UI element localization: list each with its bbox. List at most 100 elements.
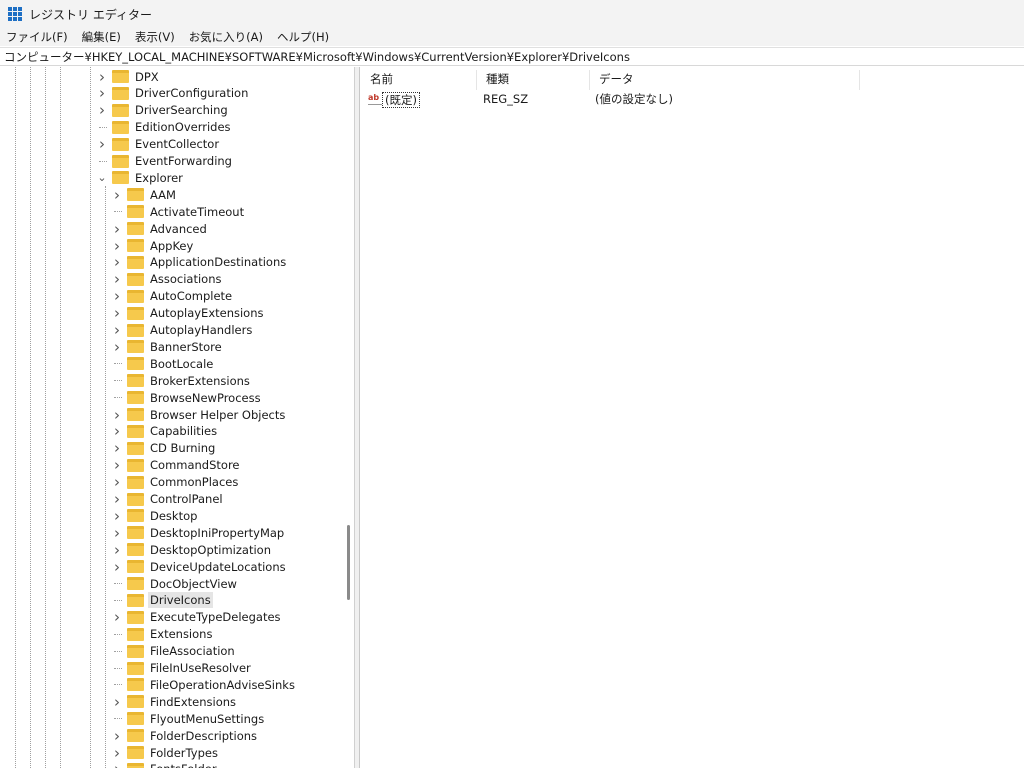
tree-item[interactable]: › Browser Helper Objects: [112, 406, 287, 424]
tree-item[interactable]: › CommonPlaces: [112, 473, 240, 491]
tree-scrollbar[interactable]: [342, 67, 354, 768]
tree-item-label: FindExtensions: [150, 694, 237, 709]
tree-item[interactable]: › DPX: [97, 68, 161, 86]
tree-item[interactable]: › Capabilities: [112, 422, 219, 440]
chevron-right-icon[interactable]: ›: [112, 253, 122, 271]
tree-item-label: BrokerExtensions: [150, 373, 250, 388]
tree-item[interactable]: FileAssociation: [112, 643, 237, 660]
tree-item-label: AAM: [150, 187, 176, 202]
column-header-data[interactable]: データ: [590, 70, 860, 90]
chevron-right-icon[interactable]: ›: [112, 727, 122, 745]
tree-item-label: AutoplayExtensions: [150, 306, 264, 321]
menu-file[interactable]: ファイル(F): [6, 29, 68, 45]
tree-item[interactable]: › DeviceUpdateLocations: [112, 558, 288, 576]
chevron-right-icon[interactable]: ›: [112, 558, 122, 576]
chevron-right-icon[interactable]: ›: [97, 68, 107, 86]
chevron-right-icon[interactable]: ›: [112, 490, 122, 508]
tree-item[interactable]: FlyoutMenuSettings: [112, 710, 266, 727]
tree-item[interactable]: › AutoplayHandlers: [112, 321, 254, 339]
tree-item[interactable]: EventForwarding: [97, 153, 234, 170]
tree-scrollbar-thumb[interactable]: [347, 525, 350, 600]
tree-item[interactable]: › FolderTypes: [112, 744, 220, 762]
chevron-right-icon[interactable]: ›: [112, 422, 122, 440]
chevron-right-icon[interactable]: ›: [112, 744, 122, 762]
tree-item[interactable]: FileOperationAdviseSinks: [112, 676, 297, 693]
folder-icon: [127, 762, 144, 768]
tree-item[interactable]: › AAM: [112, 186, 178, 204]
menu-help[interactable]: ヘルプ(H): [277, 29, 329, 45]
tree-item[interactable]: › DesktopIniPropertyMap: [112, 524, 286, 542]
tree-item[interactable]: › DriverConfiguration: [97, 84, 250, 102]
tree-item[interactable]: › EventCollector: [97, 135, 221, 153]
chevron-right-icon[interactable]: ›: [112, 220, 122, 238]
chevron-right-icon[interactable]: ›: [112, 760, 122, 768]
chevron-right-icon[interactable]: ›: [112, 406, 122, 424]
chevron-right-icon[interactable]: ›: [112, 237, 122, 255]
chevron-right-icon[interactable]: ›: [112, 338, 122, 356]
tree-item[interactable]: › AutoplayExtensions: [112, 304, 266, 322]
tree-item[interactable]: BrowseNewProcess: [112, 389, 263, 406]
tree-item[interactable]: DocObjectView: [112, 575, 239, 592]
tree-item[interactable]: › ApplicationDestinations: [112, 253, 288, 271]
folder-icon: [127, 255, 144, 269]
column-header-name[interactable]: 名前: [361, 70, 477, 90]
folder-icon: [127, 441, 144, 455]
chevron-right-icon[interactable]: ›: [112, 693, 122, 711]
tree-item[interactable]: › DriverSearching: [97, 101, 230, 119]
chevron-right-icon[interactable]: ›: [112, 524, 122, 542]
chevron-down-icon[interactable]: ⌄: [97, 171, 107, 184]
value-name[interactable]: (既定): [382, 92, 420, 108]
tree-connector: [114, 599, 122, 601]
chevron-right-icon[interactable]: ›: [112, 473, 122, 491]
tree-item[interactable]: BootLocale: [112, 355, 215, 372]
tree-item[interactable]: › AppKey: [112, 237, 195, 255]
tree-item[interactable]: FileInUseResolver: [112, 660, 253, 677]
tree-item[interactable]: › FindExtensions: [112, 693, 238, 711]
tree-item[interactable]: › BannerStore: [112, 338, 224, 356]
tree-item[interactable]: › CommandStore: [112, 456, 242, 474]
chevron-right-icon[interactable]: ›: [112, 186, 122, 204]
tree-item[interactable]: › Desktop: [112, 507, 199, 525]
chevron-right-icon[interactable]: ›: [112, 287, 122, 305]
tree-item[interactable]: ActivateTimeout: [112, 203, 246, 220]
tree-item[interactable]: › FolderDescriptions: [112, 727, 259, 745]
tree-item[interactable]: › FontsFolder: [112, 760, 219, 768]
tree-item[interactable]: Extensions: [112, 626, 214, 643]
folder-icon: [112, 70, 129, 83]
chevron-right-icon[interactable]: ›: [112, 439, 122, 457]
tree-item[interactable]: ⌄ Explorer: [97, 169, 185, 186]
chevron-right-icon[interactable]: ›: [112, 321, 122, 339]
tree-item[interactable]: › DesktopOptimization: [112, 541, 273, 559]
chevron-right-icon[interactable]: ›: [97, 101, 107, 119]
pane-splitter[interactable]: [355, 67, 360, 768]
values-list[interactable]: 名前 種類 データ ab (既定) REG_SZ (値の設定なし): [361, 67, 1024, 768]
chevron-right-icon[interactable]: ›: [112, 608, 122, 626]
chevron-right-icon[interactable]: ›: [112, 304, 122, 322]
tree-item-label: Advanced: [150, 221, 207, 236]
chevron-right-icon[interactable]: ›: [97, 84, 107, 102]
tree-item[interactable]: › AutoComplete: [112, 287, 234, 305]
registry-tree[interactable]: › DPX › DriverConfiguration › DriverSearching…: [0, 67, 355, 768]
chevron-right-icon[interactable]: ›: [112, 270, 122, 288]
tree-item[interactable]: EditionOverrides: [97, 119, 233, 136]
menu-favorites[interactable]: お気に入り(A): [189, 29, 263, 45]
menu-view[interactable]: 表示(V): [135, 29, 175, 45]
tree-item[interactable]: › ControlPanel: [112, 490, 225, 508]
chevron-right-icon[interactable]: ›: [112, 456, 122, 474]
tree-item[interactable]: › ExecuteTypeDelegates: [112, 608, 283, 626]
tree-item[interactable]: BrokerExtensions: [112, 372, 252, 389]
column-header-type[interactable]: 種類: [477, 70, 590, 90]
tree-item[interactable]: DriveIcons: [112, 592, 213, 609]
tree-item[interactable]: › Associations: [112, 270, 223, 288]
chevron-right-icon[interactable]: ›: [97, 135, 107, 153]
folder-icon: [127, 323, 144, 337]
value-data: (値の設定なし): [595, 92, 673, 106]
folder-icon: [127, 746, 144, 759]
chevron-right-icon[interactable]: ›: [112, 541, 122, 559]
menu-edit[interactable]: 編集(E): [82, 29, 121, 45]
chevron-right-icon[interactable]: ›: [112, 507, 122, 525]
tree-connector: [114, 650, 122, 652]
tree-item[interactable]: › Advanced: [112, 220, 209, 238]
tree-item[interactable]: › CD Burning: [112, 439, 217, 457]
address-bar[interactable]: コンピューター¥HKEY_LOCAL_MACHINE¥SOFTWARE¥Micr…: [0, 47, 1024, 66]
